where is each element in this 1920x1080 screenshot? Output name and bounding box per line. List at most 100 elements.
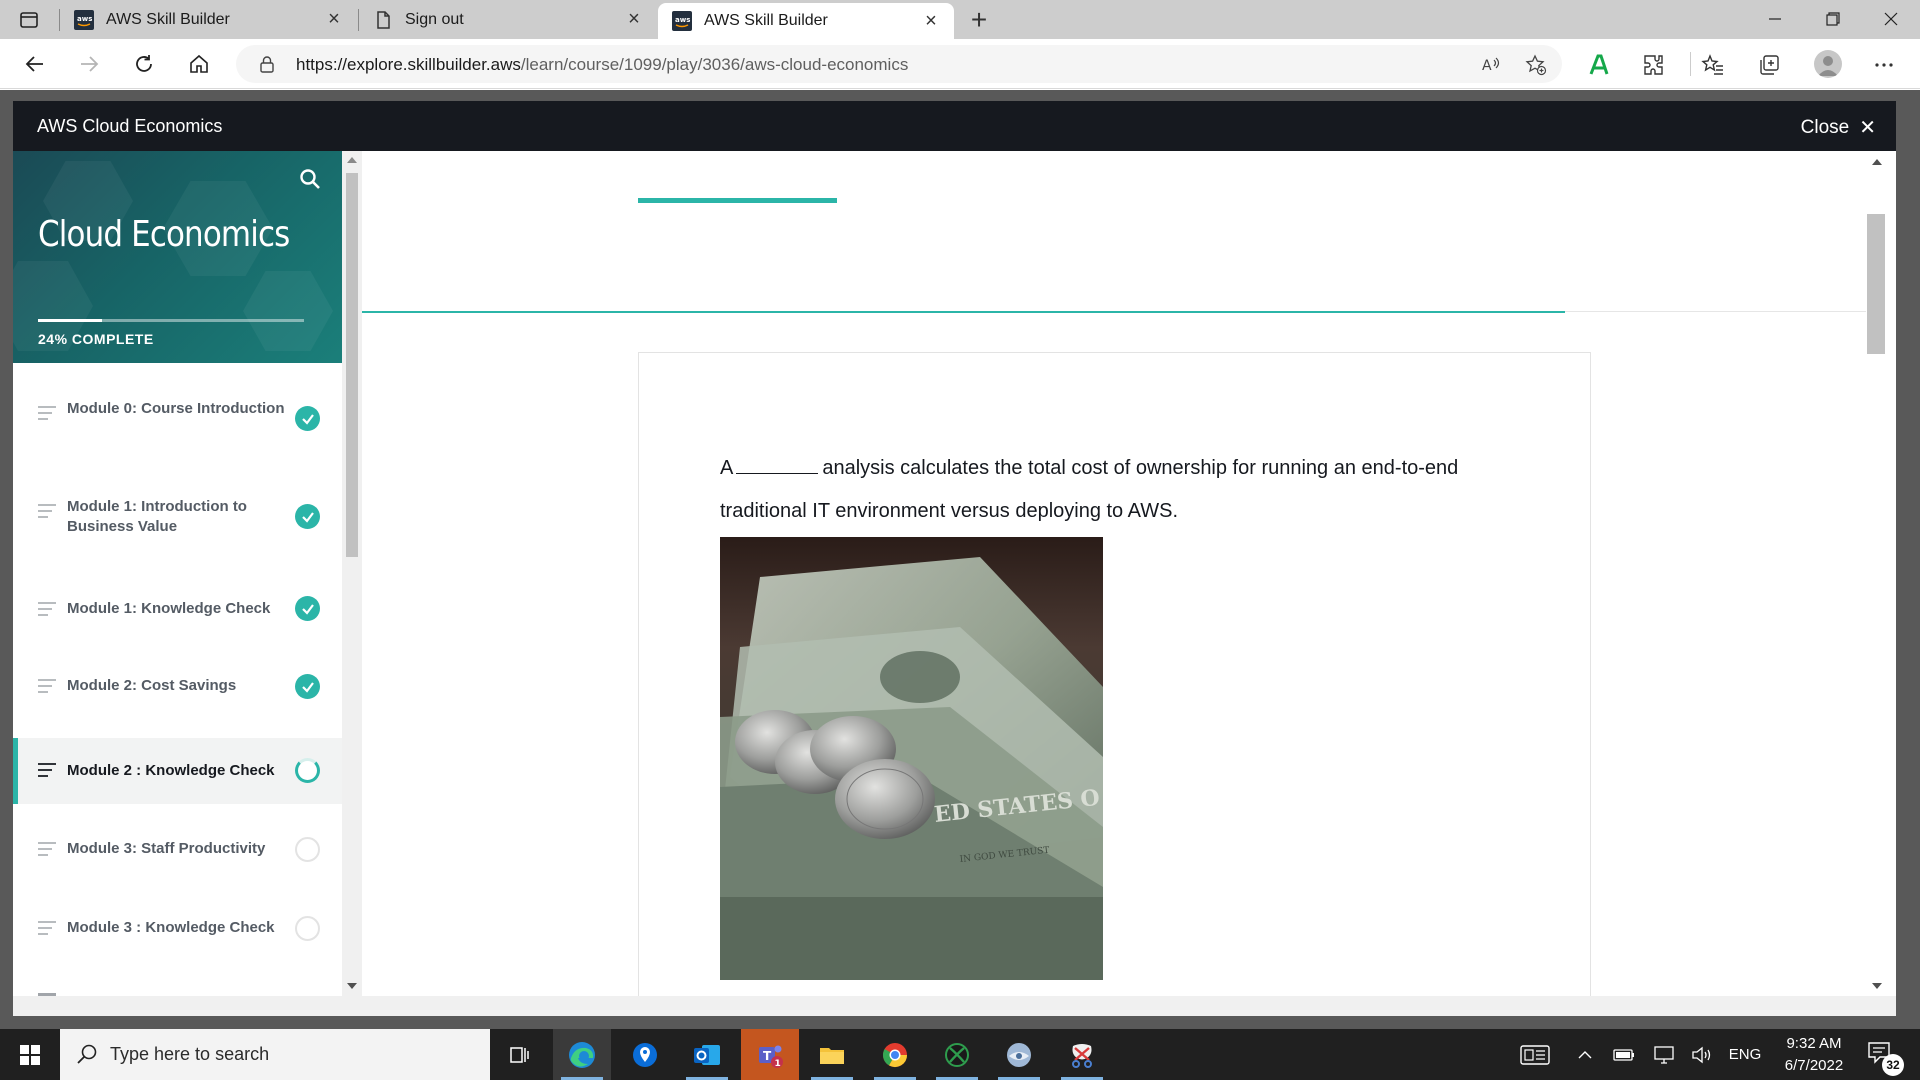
close-tab-icon[interactable]: ×	[325, 8, 343, 30]
close-course-button[interactable]: Close ✕	[1801, 115, 1876, 140]
file-explorer-icon[interactable]	[803, 1029, 861, 1080]
money-photo: ED STATES O IN GOD WE TRUST	[720, 537, 1103, 980]
snipping-tool-icon[interactable]	[1053, 1029, 1111, 1080]
course-hero: Cloud Economics 24% COMPLETE	[13, 151, 342, 363]
scroll-down-arrow[interactable]	[347, 983, 357, 989]
home-button[interactable]	[183, 48, 215, 80]
svg-text:A: A	[1482, 58, 1492, 74]
minimize-button[interactable]	[1752, 4, 1798, 34]
tab-actions-icon[interactable]	[18, 9, 40, 31]
volume-icon[interactable]	[1688, 1029, 1716, 1080]
module-label: Module 2: Cost Savings	[67, 677, 237, 694]
forward-button[interactable]	[73, 48, 105, 80]
scroll-up-arrow[interactable]	[347, 157, 357, 163]
refresh-button[interactable]	[128, 48, 160, 80]
scroll-down-arrow[interactable]	[1872, 983, 1882, 989]
section-divider-gray	[1565, 311, 1866, 312]
sidebar-scrollbar[interactable]	[342, 151, 362, 996]
content-scrollbar[interactable]	[1866, 151, 1896, 996]
address-bar[interactable]: https://explore.skillbuilder.aws/learn/c…	[236, 45, 1562, 83]
battery-icon[interactable]	[1610, 1029, 1638, 1080]
news-widget-icon[interactable]	[1518, 1029, 1552, 1080]
add-favorite-icon[interactable]	[1525, 54, 1547, 76]
photo-app-icon[interactable]	[990, 1029, 1048, 1080]
question-text: Aanalysis calculates the total cost of o…	[720, 447, 1540, 533]
course-header-title: AWS Cloud Economics	[37, 116, 223, 136]
clock-time: 9:32 AM	[1786, 1035, 1842, 1052]
close-tab-icon[interactable]: ×	[922, 10, 940, 32]
course-progress-fill	[38, 319, 102, 322]
course-progress-bar	[38, 319, 304, 322]
svg-text:aws: aws	[77, 15, 92, 23]
fill-in-blank	[736, 452, 819, 474]
input-language[interactable]: ENG	[1724, 1029, 1766, 1080]
completed-check-icon	[295, 406, 320, 431]
xbox-app-icon[interactable]	[928, 1029, 986, 1080]
search-icon[interactable]	[298, 167, 322, 191]
lesson-lines-icon	[38, 842, 56, 856]
not-started-icon	[295, 837, 320, 862]
task-view-icon[interactable]	[491, 1029, 549, 1080]
show-hidden-icons-icon[interactable]	[1572, 1029, 1598, 1080]
course-title: Cloud Economics	[38, 214, 290, 255]
aws-icon: aws	[74, 9, 94, 30]
module-item-6[interactable]: Module 3 : Knowledge Check	[13, 890, 342, 966]
module-label: Module 2 : Knowledge Check	[67, 762, 275, 779]
notification-center-icon[interactable]: 32	[1866, 1039, 1904, 1076]
module-item-1[interactable]: Module 1: Introduction to Business Value	[13, 471, 342, 561]
restore-button[interactable]	[1810, 4, 1856, 34]
edge-browser-icon[interactable]	[553, 1029, 611, 1080]
not-started-icon	[295, 916, 320, 941]
scroll-up-arrow[interactable]	[1872, 159, 1882, 165]
taskbar-search-placeholder: Type here to search	[110, 1044, 270, 1064]
profile-avatar[interactable]	[1814, 50, 1842, 78]
close-tab-icon[interactable]: ×	[625, 8, 643, 30]
close-course-label: Close	[1800, 116, 1850, 138]
close-window-button[interactable]	[1868, 4, 1914, 34]
clock-date: 6/7/2022	[1784, 1057, 1844, 1074]
completed-check-icon	[295, 504, 320, 529]
network-icon[interactable]	[1650, 1029, 1678, 1080]
teams-icon[interactable]: T1	[741, 1029, 799, 1080]
collections-icon[interactable]	[1756, 52, 1782, 78]
content-scrollbar-thumb[interactable]	[1867, 214, 1885, 354]
taskbar-clock[interactable]: 9:32 AM 6/7/2022	[1768, 1033, 1860, 1077]
lesson-lines-icon	[38, 921, 56, 935]
read-aloud-icon[interactable]: A	[1480, 54, 1502, 76]
question-text-end: analysis calculates the total cost of ow…	[720, 457, 1459, 522]
extensions-icon[interactable]	[1641, 52, 1667, 78]
horizontal-scrollbar[interactable]	[13, 996, 1896, 1016]
windows-start-button[interactable]	[0, 1029, 60, 1080]
url-text[interactable]: https://explore.skillbuilder.aws/learn/c…	[296, 55, 908, 75]
more-options-icon[interactable]	[1871, 52, 1897, 78]
windows-taskbar: Type here to search T1 ENG 9:32 AM 6/7/2…	[0, 1029, 1920, 1080]
lesson-lines-icon	[38, 602, 56, 616]
maps-app-icon[interactable]	[616, 1029, 674, 1080]
module-label: Module 1: Knowledge Check	[67, 600, 271, 617]
tab-sign-out[interactable]: Sign out ×	[359, 0, 657, 39]
module-item-3[interactable]: Module 2: Cost Savings	[13, 648, 342, 725]
tab-title: AWS Skill Builder	[106, 10, 230, 28]
taskbar-search-box[interactable]: Type here to search	[60, 1029, 490, 1080]
module-item-2[interactable]: Module 1: Knowledge Check	[13, 571, 342, 647]
outlook-icon[interactable]	[678, 1029, 736, 1080]
search-icon	[76, 1043, 98, 1065]
course-outline-sidebar: Cloud Economics 24% COMPLETE Module 0: C…	[13, 151, 342, 996]
sidebar-scrollbar-thumb[interactable]	[346, 173, 358, 557]
tab-aws-skill-builder-active[interactable]: aws AWS Skill Builder ×	[658, 3, 954, 39]
tab-aws-skill-builder-1[interactable]: aws AWS Skill Builder ×	[60, 0, 357, 39]
back-button[interactable]	[19, 48, 51, 80]
browser-toolbar: https://explore.skillbuilder.aws/learn/c…	[0, 39, 1920, 89]
module-item-0[interactable]: Module 0: Course Introduction	[13, 373, 342, 463]
section-divider	[362, 311, 1565, 313]
module-item-4[interactable]: Module 2 : Knowledge Check	[13, 738, 342, 804]
module-item-5[interactable]: Module 3: Staff Productivity	[13, 812, 342, 888]
grammar-extension-icon[interactable]	[1586, 52, 1612, 78]
lesson-content: Aanalysis calculates the total cost of o…	[362, 151, 1866, 996]
lock-icon[interactable]	[258, 55, 276, 73]
knowledge-check-card: Aanalysis calculates the total cost of o…	[638, 352, 1591, 996]
new-tab-button[interactable]: +	[966, 4, 992, 35]
favorites-icon[interactable]	[1700, 52, 1726, 78]
chrome-icon[interactable]	[866, 1029, 924, 1080]
progress-label: 24% COMPLETE	[38, 331, 154, 347]
